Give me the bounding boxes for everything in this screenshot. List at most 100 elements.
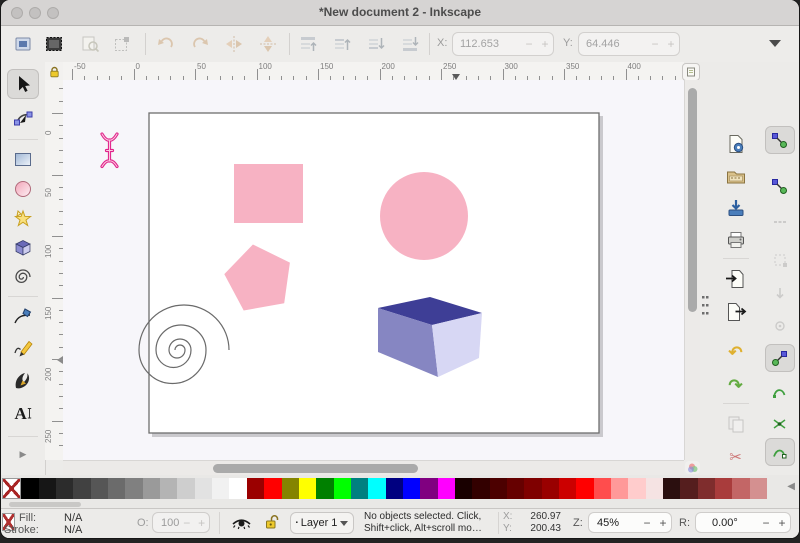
palette-swatch[interactable]	[385, 478, 403, 499]
palette-swatch[interactable]	[454, 478, 473, 499]
cut-button[interactable]: ✂	[721, 443, 751, 471]
selection-frame-icon[interactable]	[10, 31, 36, 57]
palette-swatch[interactable]	[177, 478, 195, 499]
pink-square-shape[interactable]	[234, 164, 303, 223]
horizontal-scrollbar[interactable]	[63, 460, 684, 475]
document-properties-button[interactable]	[721, 130, 751, 158]
palette-scrollbar[interactable]	[1, 501, 799, 508]
rotation-field[interactable]: 0.00° − +	[695, 512, 791, 533]
palette-swatch[interactable]	[715, 478, 733, 499]
palette-swatch[interactable]	[229, 478, 247, 499]
color-managed-view-button[interactable]	[685, 461, 700, 474]
palette-swatch[interactable]	[298, 478, 317, 499]
pencil-tool-button[interactable]	[7, 334, 39, 364]
palette-swatch[interactable]	[749, 478, 768, 499]
horizontal-scroll-thumb[interactable]	[213, 464, 418, 473]
open-document-button[interactable]	[721, 162, 751, 190]
canvas-viewport[interactable]	[63, 80, 684, 460]
palette-swatch[interactable]	[90, 478, 109, 499]
enable-snapping-button[interactable]	[764, 126, 795, 154]
snap-bbox-centers-button[interactable]	[765, 312, 795, 340]
palette-scroll-left-button[interactable]: ◀	[787, 481, 795, 492]
undo-button[interactable]: ↶	[721, 338, 751, 366]
lower-to-bottom-icon[interactable]	[397, 31, 423, 57]
redo-button[interactable]: ↷	[721, 371, 751, 399]
palette-swatch[interactable]	[732, 478, 750, 499]
snap-bounding-box-button[interactable]	[765, 172, 795, 200]
zoom-value[interactable]: 45%	[589, 517, 639, 529]
ellipse-tool-button[interactable]	[7, 174, 39, 204]
palette-swatch[interactable]	[333, 478, 351, 499]
panel-resize-grip[interactable]	[699, 262, 711, 352]
current-layer-dropdown[interactable]: ▪ Layer 1	[290, 512, 354, 534]
select-all-icon[interactable]	[41, 31, 67, 57]
palette-swatch[interactable]	[21, 478, 39, 499]
import-button[interactable]	[721, 265, 751, 293]
palette-swatch-none[interactable]	[2, 478, 22, 499]
save-document-button[interactable]	[721, 194, 751, 222]
palette-swatch[interactable]	[680, 478, 698, 499]
palette-swatch[interactable]	[697, 478, 716, 499]
palette-swatch[interactable]	[142, 478, 161, 499]
flip-horizontal-icon[interactable]	[221, 31, 247, 57]
palette-swatch[interactable]	[524, 478, 542, 499]
palette-swatch[interactable]	[350, 478, 369, 499]
rotate-90-ccw-icon[interactable]	[153, 31, 179, 57]
palette-swatch[interactable]	[56, 478, 74, 499]
ruler-corner-button[interactable]	[682, 63, 700, 81]
star-tool-button[interactable]	[7, 203, 39, 233]
y-coordinate-value[interactable]: 64.446	[579, 38, 647, 50]
opacity-field[interactable]: 100 − +	[152, 512, 210, 533]
rotation-value[interactable]: 0.00°	[696, 517, 758, 529]
palette-swatch[interactable]	[108, 478, 126, 499]
palette-swatch[interactable]	[437, 478, 455, 499]
palette-swatch[interactable]	[611, 478, 629, 499]
flip-vertical-icon[interactable]	[255, 31, 281, 57]
zoom-field[interactable]: 45% − +	[588, 512, 672, 533]
rotate-90-cw-icon[interactable]	[187, 31, 213, 57]
toolbar-overflow-button[interactable]	[769, 40, 781, 47]
palette-swatch[interactable]	[212, 478, 230, 499]
x-increment-button[interactable]: +	[537, 37, 553, 51]
spiral-tool-button[interactable]	[7, 262, 39, 292]
zoom-increment[interactable]: +	[655, 516, 671, 530]
ruler-corner[interactable]	[45, 62, 63, 81]
export-button[interactable]	[721, 298, 751, 326]
palette-swatch[interactable]	[559, 478, 577, 499]
snap-bbox-midpoints-button[interactable]	[765, 280, 795, 308]
box3d-tool-button[interactable]	[7, 232, 39, 262]
text-tool-button[interactable]: A	[7, 398, 39, 428]
palette-swatch[interactable]	[281, 478, 299, 499]
y-increment-button[interactable]: +	[663, 37, 679, 51]
palette-swatch[interactable]	[420, 478, 438, 499]
palette-swatch[interactable]	[160, 478, 178, 499]
stroke-value[interactable]: N/A	[64, 524, 82, 536]
palette-swatch[interactable]	[402, 478, 421, 499]
fill-value[interactable]: N/A	[64, 512, 82, 524]
palette-swatch[interactable]	[489, 478, 507, 499]
palette-swatch[interactable]	[125, 478, 143, 499]
vertical-ruler[interactable]: 0 50 100 150 200 250	[45, 80, 64, 460]
snap-to-cusp-nodes-button[interactable]	[764, 438, 795, 466]
palette-swatch[interactable]	[264, 478, 282, 499]
snap-nodes-button[interactable]	[764, 344, 795, 372]
x-decrement-button[interactable]: −	[521, 37, 537, 51]
palette-swatch[interactable]	[246, 478, 265, 499]
palette-swatch[interactable]	[645, 478, 664, 499]
rotation-decrement[interactable]: −	[758, 516, 774, 530]
palette-swatch[interactable]	[472, 478, 490, 499]
raise-to-top-icon[interactable]	[295, 31, 321, 57]
layer-visibility-toggle[interactable]	[231, 516, 252, 534]
palette-swatch[interactable]	[316, 478, 334, 499]
toolbox-expander[interactable]: ▶	[1, 449, 45, 460]
vertical-scroll-thumb[interactable]	[688, 88, 697, 312]
lower-icon[interactable]	[363, 31, 389, 57]
zoom-decrement[interactable]: −	[639, 516, 655, 530]
x-coordinate-field[interactable]: 112.653 − +	[452, 32, 554, 56]
palette-swatch[interactable]	[593, 478, 612, 499]
snap-to-paths-button[interactable]	[765, 378, 795, 406]
opacity-decrement[interactable]: −	[179, 516, 194, 530]
opacity-increment[interactable]: +	[194, 516, 209, 530]
opacity-value[interactable]: 100	[153, 517, 179, 529]
palette-swatch[interactable]	[576, 478, 594, 499]
